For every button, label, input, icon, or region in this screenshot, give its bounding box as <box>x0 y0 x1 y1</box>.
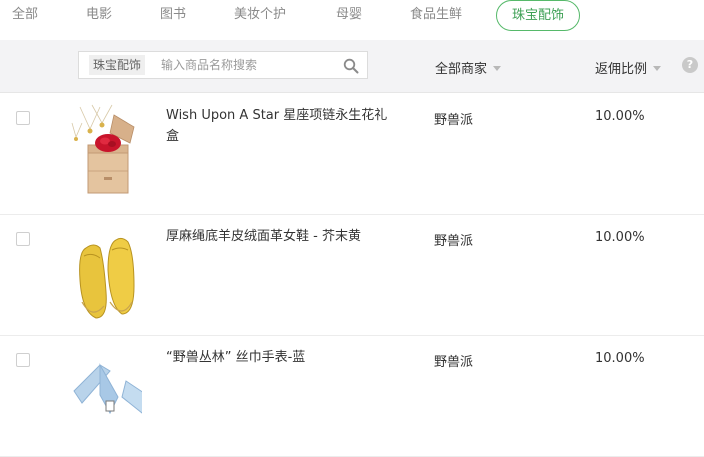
row-checkbox[interactable] <box>16 232 30 246</box>
search-input[interactable] <box>161 54 331 76</box>
product-row: 厚麻绳底羊皮绒面革女鞋 - 芥末黄 野兽派 10.00% <box>0 214 704 336</box>
merchant-filter-dropdown[interactable]: 全部商家 <box>435 58 502 77</box>
row-checkbox[interactable] <box>16 353 30 367</box>
product-thumbnail[interactable] <box>70 357 142 457</box>
rebate-rate: 10.00% <box>595 109 645 124</box>
tab-baby[interactable]: 母婴 <box>336 0 362 30</box>
merchant-name: 野兽派 <box>434 355 474 370</box>
chevron-down-icon <box>653 66 662 71</box>
filter-bar: 珠宝配饰 全部商家 返佣比例 ? <box>0 40 704 93</box>
merchant-name: 野兽派 <box>434 234 474 249</box>
search-box: 珠宝配饰 <box>78 51 368 79</box>
product-thumbnail[interactable] <box>70 101 142 201</box>
chevron-down-icon <box>493 66 502 71</box>
category-tabs: 全部 电影 图书 美妆个护 母婴 食品生鲜 珠宝配饰 <box>0 0 704 40</box>
product-row: Wish Upon A Star 星座项链永生花礼盒 野兽派 10.00% <box>0 93 704 215</box>
product-row: “野兽丛林” 丝巾手表-蓝 野兽派 10.00% <box>0 335 704 457</box>
product-name[interactable]: “野兽丛林” 丝巾手表-蓝 <box>166 347 398 368</box>
rebate-sort-label: 返佣比例 <box>595 62 648 77</box>
row-checkbox[interactable] <box>16 111 30 125</box>
tab-jewelry[interactable]: 珠宝配饰 <box>496 0 581 31</box>
tab-movies[interactable]: 电影 <box>86 0 112 30</box>
tab-all[interactable]: 全部 <box>12 0 38 30</box>
rebate-rate: 10.00% <box>595 230 645 245</box>
help-icon[interactable]: ? <box>682 57 698 73</box>
tab-food[interactable]: 食品生鲜 <box>410 0 462 30</box>
product-name[interactable]: 厚麻绳底羊皮绒面革女鞋 - 芥末黄 <box>166 226 398 247</box>
tab-beauty[interactable]: 美妆个护 <box>234 0 286 30</box>
search-icon[interactable] <box>343 58 359 74</box>
merchant-filter-label: 全部商家 <box>435 62 488 77</box>
product-name[interactable]: Wish Upon A Star 星座项链永生花礼盒 <box>166 105 398 147</box>
product-thumbnail[interactable] <box>70 222 142 322</box>
rebate-rate: 10.00% <box>595 351 645 366</box>
rebate-sort-dropdown[interactable]: 返佣比例 <box>595 58 662 77</box>
tab-books[interactable]: 图书 <box>160 0 186 30</box>
search-category-tag[interactable]: 珠宝配饰 <box>89 55 146 75</box>
merchant-name: 野兽派 <box>434 113 474 128</box>
